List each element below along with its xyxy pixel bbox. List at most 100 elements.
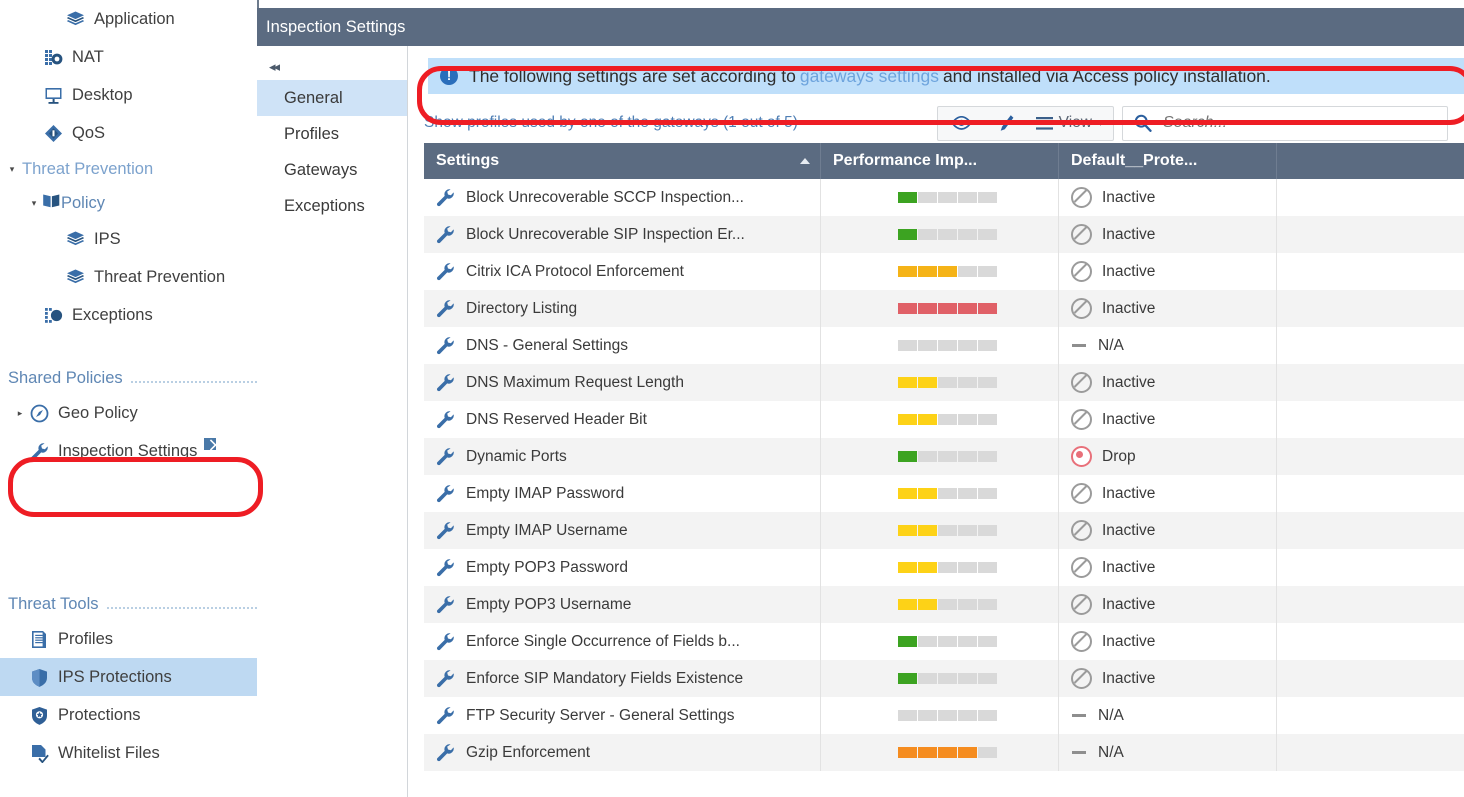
performance-segment <box>938 340 957 351</box>
sidebar-section-shared-policies: Shared Policies <box>0 362 257 394</box>
column-header-empty[interactable] <box>1277 143 1464 179</box>
view-menu-button[interactable]: View ▾ <box>1028 107 1113 140</box>
ban-icon <box>1071 372 1092 393</box>
table-row[interactable]: Gzip Enforcement N/A <box>424 734 1464 771</box>
caret-right-icon[interactable]: ▸ <box>14 408 26 419</box>
show-profiles-link[interactable]: Show profiles used by one of the gateway… <box>424 114 798 132</box>
cell-extra <box>1277 179 1464 216</box>
table-row[interactable]: Empty POP3 PasswordInactive <box>424 549 1464 586</box>
cell-extra <box>1277 475 1464 512</box>
table-row[interactable]: DNS - General SettingsN/A <box>424 327 1464 364</box>
sidebar-item-desktop[interactable]: Desktop <box>0 76 257 114</box>
performance-segment <box>978 303 997 314</box>
sidebar-item-inspection-settings[interactable]: Inspection Settings <box>0 432 257 470</box>
table-row[interactable]: Block Unrecoverable SIP Inspection Er...… <box>424 216 1464 253</box>
wrench-icon <box>436 706 455 725</box>
sidebar-item-label: Whitelist Files <box>52 744 160 763</box>
sidebar-item-whitelist-files[interactable]: Whitelist Files <box>0 734 257 772</box>
performance-segment <box>958 525 977 536</box>
performance-segment <box>958 303 977 314</box>
cell-default-protection: N/A <box>1059 734 1277 771</box>
performance-segment <box>958 562 977 573</box>
column-header-settings[interactable]: Settings <box>424 143 821 179</box>
caret-down-icon[interactable]: ▾ <box>26 198 42 209</box>
table-row[interactable]: Directory ListingInactive <box>424 290 1464 327</box>
cell-performance-impact <box>821 401 1059 438</box>
setting-name-label: Gzip Enforcement <box>466 744 590 762</box>
search-box[interactable] <box>1122 106 1448 141</box>
performance-segment <box>898 636 917 647</box>
sidebar-item-exceptions[interactable]: Exceptions <box>0 296 257 334</box>
column-header-performance-imp[interactable]: Performance Imp... <box>821 143 1059 179</box>
sidebar-item-profiles[interactable]: Profiles <box>0 620 257 658</box>
table-row[interactable]: Citrix ICA Protocol EnforcementInactive <box>424 253 1464 290</box>
cell-setting-name: DNS Maximum Request Length <box>424 364 821 401</box>
wrench-icon <box>436 262 455 281</box>
performance-segment <box>898 303 917 314</box>
ban-icon <box>1071 261 1092 282</box>
sidebar-item-application[interactable]: Application <box>0 0 257 38</box>
table-row[interactable]: Enforce Single Occurrence of Fields b...… <box>424 623 1464 660</box>
column-header-label: Performance Imp... <box>833 152 977 169</box>
sidebar-group-policy[interactable]: ▾Policy <box>0 186 257 220</box>
performance-segment <box>978 488 997 499</box>
info-icon: ! <box>440 67 458 85</box>
dialog-nav-gateways[interactable]: Gateways <box>257 152 407 188</box>
eye-button[interactable] <box>938 107 985 140</box>
pencil-button[interactable] <box>985 107 1028 140</box>
column-header-default-prote[interactable]: Default__Prote... <box>1059 143 1277 179</box>
sidebar-item-threat-prevention[interactable]: Threat Prevention <box>0 258 257 296</box>
table-row[interactable]: Empty IMAP PasswordInactive <box>424 475 1464 512</box>
performance-segment <box>938 451 957 462</box>
gateways-settings-link[interactable]: gateways settings <box>796 66 943 87</box>
dialog-body: ◂◂ GeneralProfilesGatewaysExceptions ! T… <box>257 46 1464 797</box>
performance-segment <box>938 562 957 573</box>
setting-name-label: Empty POP3 Password <box>466 559 628 577</box>
sidebar-item-ips-protections[interactable]: IPS Protections <box>0 658 257 696</box>
performance-segment <box>978 377 997 388</box>
cell-extra <box>1277 660 1464 697</box>
caret-down-icon[interactable]: ▾ <box>4 164 20 175</box>
sidebar-item-ips[interactable]: IPS <box>0 220 257 258</box>
settings-table-wrap: Settings Performance Imp... Default__Prote… <box>424 143 1464 771</box>
setting-name-label: Block Unrecoverable SCCP Inspection... <box>466 189 744 207</box>
cell-setting-name: Block Unrecoverable SCCP Inspection... <box>424 179 821 216</box>
collapse-panel-icon[interactable]: ◂◂ <box>257 54 407 80</box>
table-row[interactable]: DNS Maximum Request LengthInactive <box>424 364 1464 401</box>
sidebar-item-label: Profiles <box>52 630 113 649</box>
table-row[interactable]: FTP Security Server - General SettingsN/… <box>424 697 1464 734</box>
performance-segment <box>918 710 937 721</box>
cell-default-protection: Inactive <box>1059 290 1277 327</box>
external-link-icon[interactable] <box>204 438 216 450</box>
table-row[interactable]: Empty IMAP UsernameInactive <box>424 512 1464 549</box>
table-row[interactable]: DNS Reserved Header BitInactive <box>424 401 1464 438</box>
performance-segment <box>958 673 977 684</box>
dialog-nav-exceptions[interactable]: Exceptions <box>257 188 407 224</box>
sidebar-group-threat-prevention[interactable]: ▾Threat Prevention <box>0 152 257 186</box>
cell-extra <box>1277 216 1464 253</box>
dialog-nav-list: GeneralProfilesGatewaysExceptions <box>257 80 407 224</box>
sidebar-item-nat[interactable]: NAT <box>0 38 257 76</box>
banner-text-before: The following settings are set according… <box>469 66 796 87</box>
performance-segment <box>918 747 937 758</box>
wrench-icon <box>436 595 455 614</box>
table-row[interactable]: Dynamic PortsDrop <box>424 438 1464 475</box>
sidebar-item-network-partial[interactable]: Network <box>0 0 257 4</box>
dialog-nav-general[interactable]: General <box>257 80 407 116</box>
layers-icon <box>66 10 85 29</box>
sidebar-section-threat-tools: Threat Tools <box>0 588 257 620</box>
sidebar-item-protections[interactable]: Protections <box>0 696 257 734</box>
performance-segment <box>978 525 997 536</box>
table-row[interactable]: Enforce SIP Mandatory Fields ExistenceIn… <box>424 660 1464 697</box>
performance-segment <box>938 673 957 684</box>
column-header-label: Default__Prote... <box>1071 152 1197 169</box>
sidebar-item-qos[interactable]: QoS <box>0 114 257 152</box>
default-protection-label: N/A <box>1098 744 1124 762</box>
sidebar-item-geo-policy[interactable]: ▸Geo Policy <box>0 394 257 432</box>
table-row[interactable]: Block Unrecoverable SCCP Inspection...In… <box>424 179 1464 216</box>
dialog-nav-profiles[interactable]: Profiles <box>257 116 407 152</box>
table-row[interactable]: Empty POP3 UsernameInactive <box>424 586 1464 623</box>
search-input[interactable] <box>1161 113 1447 133</box>
wrench-icon <box>436 225 455 244</box>
toolbar-button-group: View ▾ <box>937 106 1114 141</box>
